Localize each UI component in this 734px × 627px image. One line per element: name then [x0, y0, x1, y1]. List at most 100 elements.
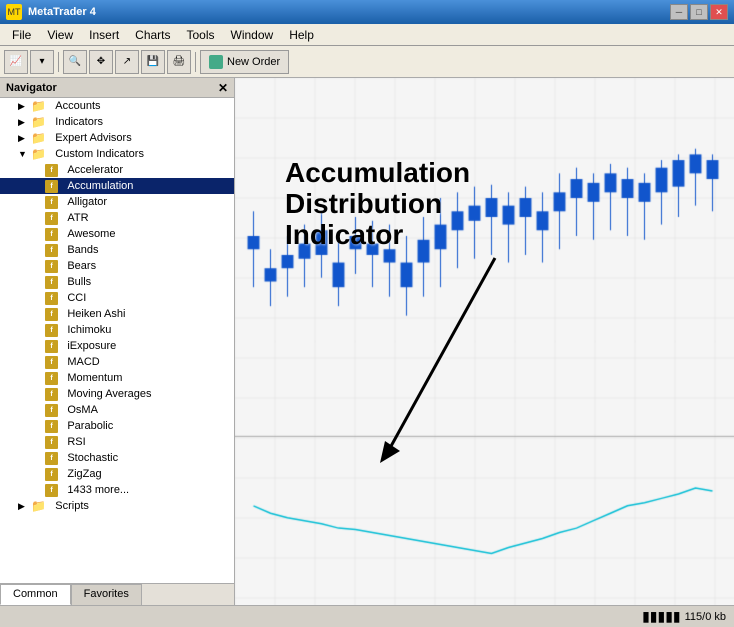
tree-label: Parabolic	[67, 420, 113, 432]
tree-item-iexposure[interactable]: f iExposure	[0, 338, 234, 354]
toolbar-separator-1	[58, 52, 59, 72]
folder-icon: 📁	[31, 131, 46, 145]
menu-file[interactable]: File	[4, 26, 39, 44]
tab-common[interactable]: Common	[0, 584, 71, 605]
tree-item-heiken-ashi[interactable]: f Heiken Ashi	[0, 306, 234, 322]
window-controls: ─ □ ✕	[670, 4, 728, 20]
tree-item-moving-averages[interactable]: f Moving Averages	[0, 386, 234, 402]
chart-canvas	[235, 78, 734, 605]
tree-label: CCI	[67, 292, 86, 304]
tree-item-accelerator[interactable]: f Accelerator	[0, 162, 234, 178]
ci-icon: f	[45, 340, 58, 353]
tree-item-momentum[interactable]: f Momentum	[0, 370, 234, 386]
ci-icon: f	[45, 388, 58, 401]
navigator-close[interactable]: ✕	[218, 81, 228, 95]
tree-label: MACD	[67, 356, 99, 368]
folder-icon: 📁	[31, 115, 46, 129]
close-button[interactable]: ✕	[710, 4, 728, 20]
status-bar: ▮▮▮▮▮ 115/0 kb	[0, 605, 734, 627]
tree-label: Moving Averages	[67, 388, 151, 400]
expand-icon: ▶	[18, 501, 28, 512]
ci-icon: f	[45, 372, 58, 385]
tree-item-custom-indicators[interactable]: ▼📁 Custom Indicators	[0, 146, 234, 162]
minimize-button[interactable]: ─	[670, 4, 688, 20]
menu-insert[interactable]: Insert	[81, 26, 127, 44]
toolbar-print[interactable]: 🖨	[167, 50, 191, 74]
tree-item-bulls[interactable]: f Bulls	[0, 274, 234, 290]
ci-icon: f	[45, 324, 58, 337]
menu-tools[interactable]: Tools	[179, 26, 223, 44]
tree-item-cci[interactable]: f CCI	[0, 290, 234, 306]
tree-label: OsMA	[67, 404, 98, 416]
tree-item-scripts[interactable]: ▶📁 Scripts	[0, 498, 234, 514]
app-title: MetaTrader 4	[28, 6, 96, 18]
tree-item-atr[interactable]: f ATR	[0, 210, 234, 226]
ci-icon: f	[45, 276, 58, 289]
tree-item-osma[interactable]: f OsMA	[0, 402, 234, 418]
tree-item-indicators[interactable]: ▶📁 Indicators	[0, 114, 234, 130]
menu-view[interactable]: View	[39, 26, 81, 44]
main-area: Navigator ✕ ▶📁 Accounts▶📁 Indicators▶📁 E…	[0, 78, 734, 605]
ci-icon: f	[45, 180, 58, 193]
tree-item-alligator[interactable]: f Alligator	[0, 194, 234, 210]
tree-label: iExposure	[67, 340, 116, 352]
toolbar: 📈 ▾ 🔍 ✥ ↗ 💾 🖨 New Order	[0, 46, 734, 78]
tree-item-stochastic[interactable]: f Stochastic	[0, 450, 234, 466]
ci-icon: f	[45, 452, 58, 465]
tree-item-parabolic[interactable]: f Parabolic	[0, 418, 234, 434]
tree-item-macd[interactable]: f MACD	[0, 354, 234, 370]
tree-item-bears[interactable]: f Bears	[0, 258, 234, 274]
ci-icon: f	[45, 292, 58, 305]
tree-item-expert-advisors[interactable]: ▶📁 Expert Advisors	[0, 130, 234, 146]
expand-icon: ▶	[18, 117, 28, 128]
tree-item-bands[interactable]: f Bands	[0, 242, 234, 258]
tree-label: Bulls	[67, 276, 91, 288]
tree-label: 1433 more...	[67, 484, 129, 496]
chart-area[interactable]: Accumulation Distribution Indicator	[235, 78, 734, 605]
tree-item-ichimoku[interactable]: f Ichimoku	[0, 322, 234, 338]
tree-label: Expert Advisors	[55, 132, 131, 144]
folder-icon: 📁	[31, 499, 46, 513]
ci-icon: f	[45, 356, 58, 369]
toolbar-separator-2	[195, 52, 196, 72]
toolbar-new-chart[interactable]: 📈	[4, 50, 28, 74]
tree-label: Indicators	[55, 116, 103, 128]
tree-label: ZigZag	[67, 468, 101, 480]
tree-label: Momentum	[67, 372, 122, 384]
tree-item-awesome[interactable]: f Awesome	[0, 226, 234, 242]
tree-item-more[interactable]: f 1433 more...	[0, 482, 234, 498]
ci-icon: f	[45, 244, 58, 257]
toolbar-save[interactable]: 💾	[141, 50, 165, 74]
toolbar-zoom-out[interactable]: ↗	[115, 50, 139, 74]
expand-icon: ▼	[18, 149, 28, 159]
menu-charts[interactable]: Charts	[127, 26, 178, 44]
ci-icon: f	[45, 436, 58, 449]
navigator-tabs: Common Favorites	[0, 583, 234, 605]
toolbar-zoom-in[interactable]: 🔍	[63, 50, 87, 74]
app-icon: MT	[6, 4, 22, 20]
toolbar-move[interactable]: ✥	[89, 50, 113, 74]
ci-icon: f	[45, 212, 58, 225]
toolbar-dropdown[interactable]: ▾	[30, 50, 54, 74]
nav-tree[interactable]: ▶📁 Accounts▶📁 Indicators▶📁 Expert Adviso…	[0, 98, 234, 583]
tree-item-accumulation[interactable]: f Accumulation	[0, 178, 234, 194]
navigator-panel: Navigator ✕ ▶📁 Accounts▶📁 Indicators▶📁 E…	[0, 78, 235, 605]
tree-label: Scripts	[55, 500, 89, 512]
tree-label: Awesome	[67, 228, 115, 240]
tab-favorites[interactable]: Favorites	[71, 584, 142, 605]
tree-label: Accumulation	[67, 180, 133, 192]
tree-label: RSI	[67, 436, 85, 448]
tree-item-rsi[interactable]: f RSI	[0, 434, 234, 450]
tree-item-zigzag[interactable]: f ZigZag	[0, 466, 234, 482]
expand-icon: ▶	[18, 101, 28, 112]
ci-icon: f	[45, 308, 58, 321]
menu-window[interactable]: Window	[223, 26, 282, 44]
maximize-button[interactable]: □	[690, 4, 708, 20]
tree-label: Heiken Ashi	[67, 308, 125, 320]
new-order-button[interactable]: New Order	[200, 50, 289, 74]
tree-item-accounts[interactable]: ▶📁 Accounts	[0, 98, 234, 114]
menu-help[interactable]: Help	[281, 26, 322, 44]
tree-label: Bands	[67, 244, 98, 256]
new-order-icon	[209, 55, 223, 69]
tree-label: Bears	[67, 260, 96, 272]
